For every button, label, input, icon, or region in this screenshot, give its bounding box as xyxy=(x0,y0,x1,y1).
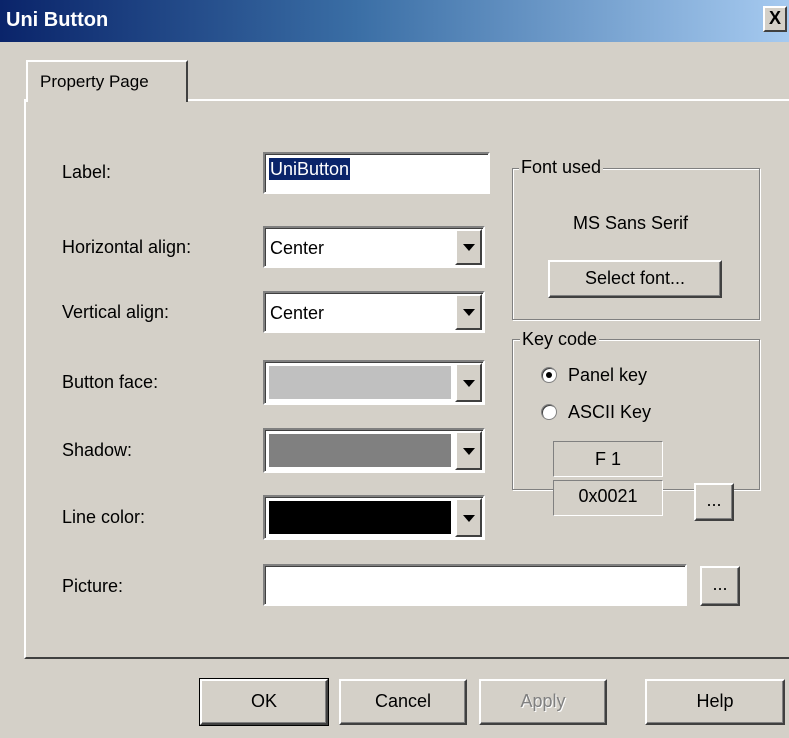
apply-button[interactable]: Apply xyxy=(479,679,607,725)
key-code-group-title: Key code xyxy=(520,329,600,350)
panel-key-label: Panel key xyxy=(568,365,648,385)
picture-browse-button[interactable]: ... xyxy=(700,566,740,606)
button-face-swatch xyxy=(269,366,451,399)
panel-key-radio[interactable] xyxy=(541,367,557,383)
chevron-down-icon[interactable] xyxy=(455,294,482,330)
title-bar: Uni Button X xyxy=(0,0,789,42)
chevron-down-icon[interactable] xyxy=(455,229,482,265)
select-font-button[interactable]: Select font... xyxy=(548,260,722,298)
font-used-title: Font used xyxy=(519,157,604,178)
vertical-align-value: Center xyxy=(270,303,325,323)
line-color-select[interactable] xyxy=(263,495,485,540)
ok-label: OK xyxy=(250,691,277,711)
label-caption: Label: xyxy=(62,162,112,182)
close-icon: X xyxy=(768,8,781,28)
apply-label: Apply xyxy=(520,691,566,711)
help-button[interactable]: Help xyxy=(645,679,785,725)
tab-property-page[interactable]: Property Page xyxy=(26,60,188,102)
key-code-browse-label: ... xyxy=(706,490,722,510)
chevron-down-icon[interactable] xyxy=(455,498,482,537)
line-color-caption: Line color: xyxy=(62,507,146,527)
close-button[interactable]: X xyxy=(763,6,787,32)
cancel-label: Cancel xyxy=(374,691,432,711)
line-color-swatch xyxy=(269,501,451,534)
font-name: MS Sans Serif xyxy=(573,213,689,233)
ascii-key-label: ASCII Key xyxy=(568,402,652,422)
horizontal-align-select[interactable]: Center xyxy=(263,226,485,268)
select-font-label: Select font... xyxy=(584,268,686,288)
key-name-display: F 1 xyxy=(553,441,663,477)
label-input[interactable]: UniButton xyxy=(263,152,490,194)
dialog-window: Uni Button X Property Page Label: UniBut… xyxy=(0,0,789,738)
label-input-value: UniButton xyxy=(269,158,351,180)
picture-browse-label: ... xyxy=(712,574,728,594)
key-code-display: 0x0021 xyxy=(553,480,663,516)
font-used-group: Font used MS Sans Serif Select font... xyxy=(512,157,760,320)
picture-input[interactable] xyxy=(263,564,687,606)
horizontal-align-value: Center xyxy=(270,238,325,258)
shadow-swatch xyxy=(269,434,451,467)
button-face-caption: Button face: xyxy=(62,372,159,392)
help-label: Help xyxy=(696,691,734,711)
chevron-down-icon[interactable] xyxy=(455,431,482,470)
ok-button[interactable]: OK xyxy=(199,678,329,726)
tab-label: Property Page xyxy=(40,72,149,91)
chevron-down-icon[interactable] xyxy=(455,363,482,402)
key-code-browse-button[interactable]: ... xyxy=(694,483,734,521)
vertical-align-select[interactable]: Center xyxy=(263,291,485,333)
picture-caption: Picture: xyxy=(62,576,124,596)
window-title: Uni Button xyxy=(6,9,109,31)
shadow-caption: Shadow: xyxy=(62,440,133,460)
horizontal-align-caption: Horizontal align: xyxy=(62,237,192,257)
shadow-color-select[interactable] xyxy=(263,428,485,473)
vertical-align-caption: Vertical align: xyxy=(62,302,170,322)
ascii-key-radio[interactable] xyxy=(541,404,557,420)
cancel-button[interactable]: Cancel xyxy=(339,679,467,725)
button-face-color-select[interactable] xyxy=(263,360,485,405)
